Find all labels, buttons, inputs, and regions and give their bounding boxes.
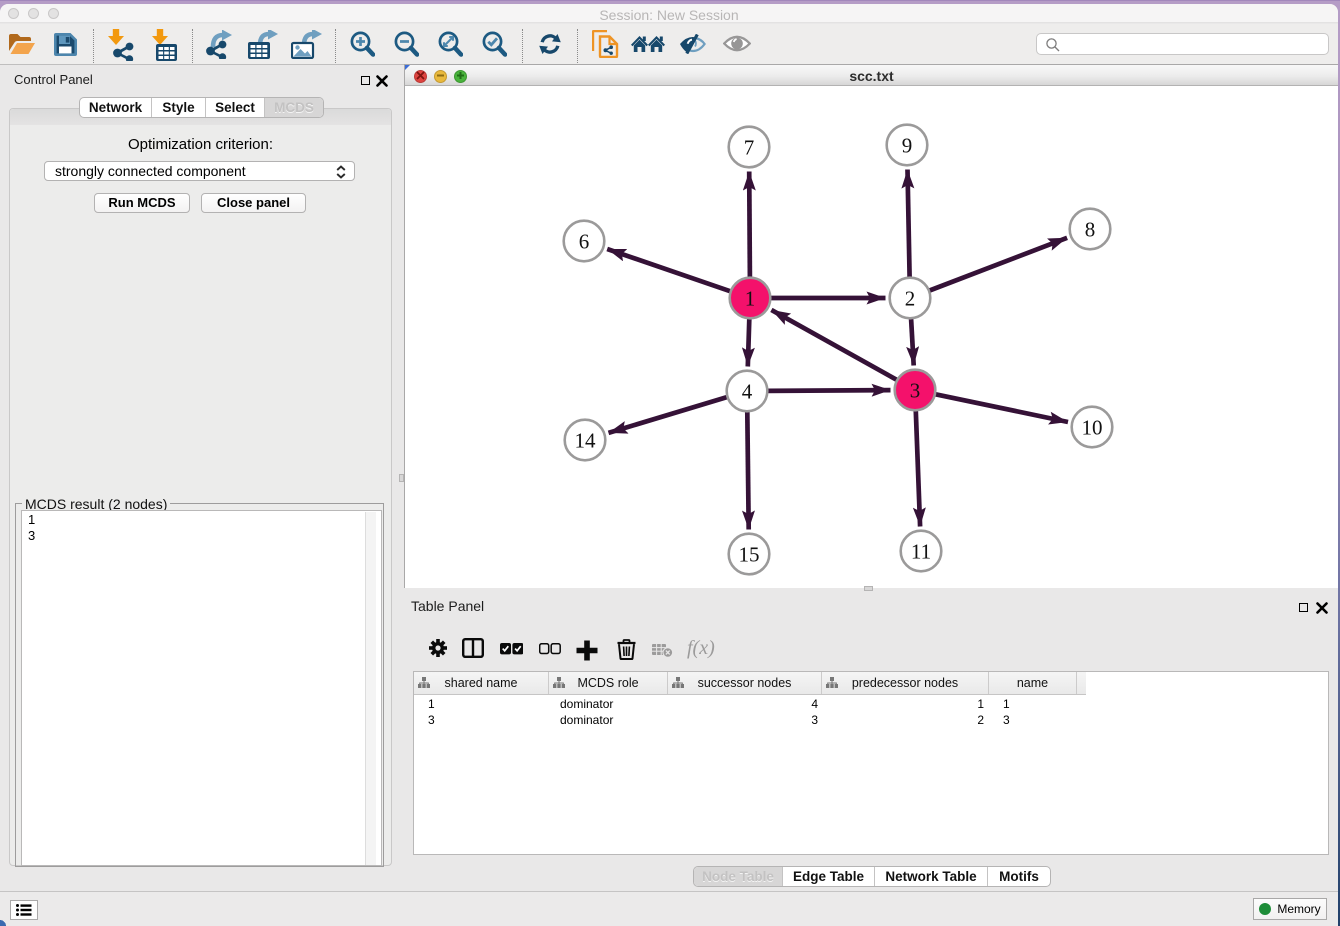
svg-text:1: 1 xyxy=(745,287,756,311)
svg-text:10: 10 xyxy=(1082,416,1103,440)
svg-text:6: 6 xyxy=(579,230,590,254)
svg-text:4: 4 xyxy=(742,380,753,404)
svg-text:14: 14 xyxy=(575,429,597,453)
svg-text:2: 2 xyxy=(905,287,916,311)
svg-text:8: 8 xyxy=(1085,218,1096,242)
svg-text:3: 3 xyxy=(910,379,921,403)
svg-text:7: 7 xyxy=(744,136,755,160)
svg-text:9: 9 xyxy=(902,134,913,158)
svg-text:15: 15 xyxy=(739,543,760,567)
svg-text:11: 11 xyxy=(911,540,931,564)
